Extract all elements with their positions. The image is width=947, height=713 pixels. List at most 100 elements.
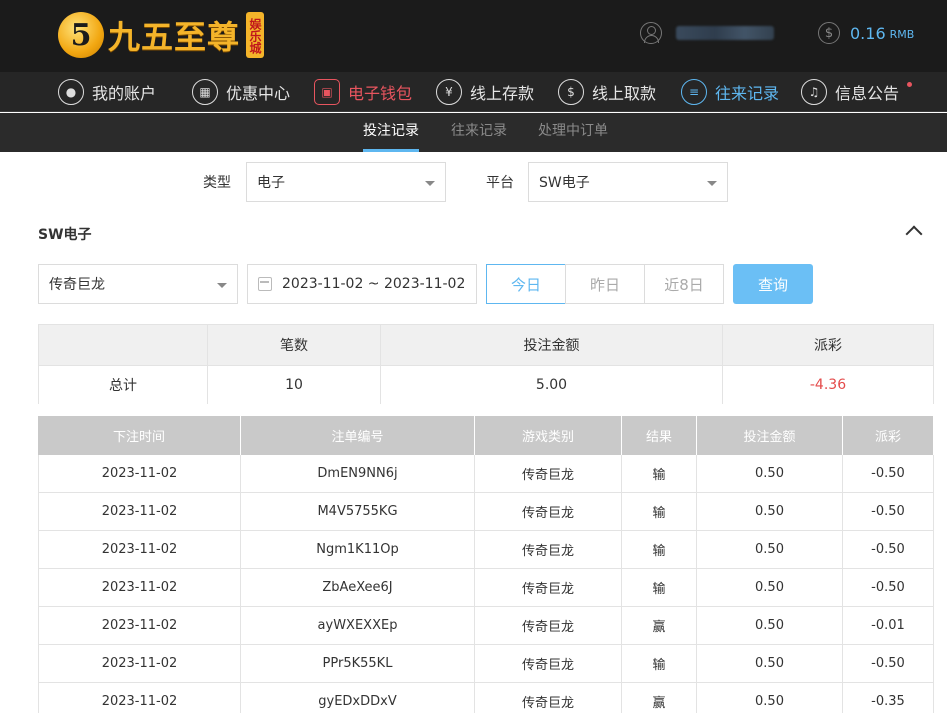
- top-header: 5 九五至尊 娱乐城 $ 0.16 RMB: [0, 0, 947, 72]
- date-range-picker[interactable]: 2023-11-02 ~ 2023-11-02: [247, 264, 477, 304]
- tab-transaction-records[interactable]: 往来记录: [451, 113, 507, 152]
- cell-result: 输: [622, 645, 697, 683]
- cell-bet-id: M4V5755KG: [241, 493, 475, 531]
- cell-game-type: 传奇巨龙: [475, 607, 622, 645]
- main-nav: ● 我的账户 ▦ 优惠中心 ▣ 电子钱包 ¥ 线上存款 $ 线上取款 ≡ 往来记…: [0, 72, 947, 112]
- wallet-icon: ▣: [314, 79, 340, 105]
- cell-bet-amount: 0.50: [697, 531, 843, 569]
- brand-badge: 娱乐城: [246, 12, 265, 58]
- cell-bet-amount: 0.50: [697, 569, 843, 607]
- cell-bet-id: Ngm1K11Op: [241, 531, 475, 569]
- cell-bet-time: 2023-11-02: [38, 569, 241, 607]
- header-bet-amount: 投注金额: [697, 416, 843, 455]
- summary-payout-value: -4.36: [723, 365, 933, 404]
- nav-label: 电子钱包: [348, 84, 413, 103]
- cell-game-type: 传奇巨龙: [475, 493, 622, 531]
- header-bet-time: 下注时间: [38, 416, 241, 455]
- header-bet-id: 注单编号: [241, 416, 475, 455]
- cell-game-type: 传奇巨龙: [475, 569, 622, 607]
- chevron-up-icon[interactable]: [905, 225, 923, 243]
- brand-name: 九五至尊: [108, 18, 241, 56]
- nav-item-announcements[interactable]: ♫ 信息公告: [801, 72, 899, 112]
- cell-result: 输: [622, 493, 697, 531]
- cell-bet-id: ayWXEXXEp: [241, 607, 475, 645]
- summary-count-value: 10: [208, 365, 381, 404]
- nav-item-promotions[interactable]: ▦ 优惠中心: [192, 72, 290, 112]
- nav-label: 信息公告: [835, 84, 900, 103]
- user-icon: ●: [58, 79, 84, 105]
- nav-label: 线上取款: [592, 84, 657, 103]
- cell-payout: -0.35: [843, 683, 934, 713]
- summary-bet-value: 5.00: [381, 365, 723, 404]
- cell-game-type: 传奇巨龙: [475, 645, 622, 683]
- cell-bet-time: 2023-11-02: [38, 607, 241, 645]
- brand-mark-icon: 5: [58, 12, 104, 58]
- game-select-value: 传奇巨龙: [49, 277, 105, 293]
- summary-table: 笔数 投注金额 派彩 总计 10 5.00 -4.36: [38, 324, 934, 404]
- username-redacted: [676, 26, 774, 40]
- platform-select-value: SW电子: [539, 175, 590, 191]
- chevron-down-icon: [425, 181, 435, 186]
- cell-bet-amount: 0.50: [697, 683, 843, 713]
- balance-amount: 0.16: [850, 23, 886, 43]
- cell-game-type: 传奇巨龙: [475, 683, 622, 713]
- summary-header-blank: [39, 325, 208, 365]
- quick-yesterday-button[interactable]: 昨日: [565, 264, 645, 304]
- header-result: 结果: [622, 416, 697, 455]
- tab-bet-records[interactable]: 投注记录: [363, 113, 419, 152]
- chevron-down-icon: [707, 181, 717, 186]
- nav-item-wallet[interactable]: ▣ 电子钱包: [314, 72, 412, 112]
- cell-bet-time: 2023-11-02: [38, 531, 241, 569]
- cell-payout: -0.50: [843, 455, 934, 493]
- platform-select[interactable]: SW电子: [528, 162, 728, 202]
- cell-bet-time: 2023-11-02: [38, 645, 241, 683]
- platform-label: 平台: [486, 175, 514, 191]
- nav-item-withdraw[interactable]: $ 线上取款: [558, 72, 656, 112]
- quick-8days-button[interactable]: 近8日: [644, 264, 724, 304]
- dollar-coin-icon: $: [818, 22, 840, 44]
- brand-logo[interactable]: 5 九五至尊 娱乐城: [58, 10, 265, 60]
- type-label: 类型: [203, 175, 231, 191]
- nav-item-records[interactable]: ≡ 往来记录: [681, 72, 779, 112]
- summary-total-label: 总计: [39, 365, 208, 404]
- cell-result: 输: [622, 531, 697, 569]
- type-select[interactable]: 电子: [246, 162, 446, 202]
- nav-item-my-account[interactable]: ● 我的账户: [58, 72, 156, 112]
- summary-header-bet: 投注金额: [381, 325, 723, 365]
- cell-payout: -0.50: [843, 569, 934, 607]
- cell-bet-time: 2023-11-02: [38, 455, 241, 493]
- withdraw-icon: $: [558, 79, 584, 105]
- nav-label: 往来记录: [715, 84, 780, 103]
- sub-nav: 投注记录 往来记录 处理中订单: [0, 113, 947, 152]
- cell-result: 赢: [622, 607, 697, 645]
- query-button[interactable]: 查询: [733, 264, 813, 304]
- date-range-value: 2023-11-02 ~ 2023-11-02: [282, 276, 466, 292]
- balance-currency: RMB: [889, 28, 915, 41]
- nav-label: 优惠中心: [226, 84, 291, 103]
- header-payout: 派彩: [843, 416, 934, 455]
- cell-payout: -0.50: [843, 493, 934, 531]
- section-title: SW电子: [38, 227, 92, 243]
- bell-icon: ♫: [801, 79, 827, 105]
- cell-bet-id: gyEDxDDxV: [241, 683, 475, 713]
- tab-pending-orders[interactable]: 处理中订单: [538, 113, 608, 152]
- nav-item-deposit[interactable]: ¥ 线上存款: [436, 72, 534, 112]
- cell-payout: -0.50: [843, 645, 934, 683]
- cell-bet-time: 2023-11-02: [38, 683, 241, 713]
- quick-today-button[interactable]: 今日: [486, 264, 566, 304]
- gift-icon: ▦: [192, 79, 218, 105]
- cell-result: 输: [622, 455, 697, 493]
- chevron-down-icon: [217, 283, 227, 288]
- balance-display: $ 0.16 RMB: [818, 22, 914, 44]
- cell-payout: -0.01: [843, 607, 934, 645]
- summary-header-payout: 派彩: [723, 325, 933, 365]
- user-account[interactable]: [640, 22, 774, 44]
- cell-game-type: 传奇巨龙: [475, 455, 622, 493]
- cell-bet-id: DmEN9NN6j: [241, 455, 475, 493]
- cell-bet-id: ZbAeXee6J: [241, 569, 475, 607]
- game-select[interactable]: 传奇巨龙: [38, 264, 238, 304]
- cell-bet-id: PPr5K55KL: [241, 645, 475, 683]
- cell-result: 输: [622, 569, 697, 607]
- notification-dot: [907, 82, 912, 87]
- cell-bet-amount: 0.50: [697, 607, 843, 645]
